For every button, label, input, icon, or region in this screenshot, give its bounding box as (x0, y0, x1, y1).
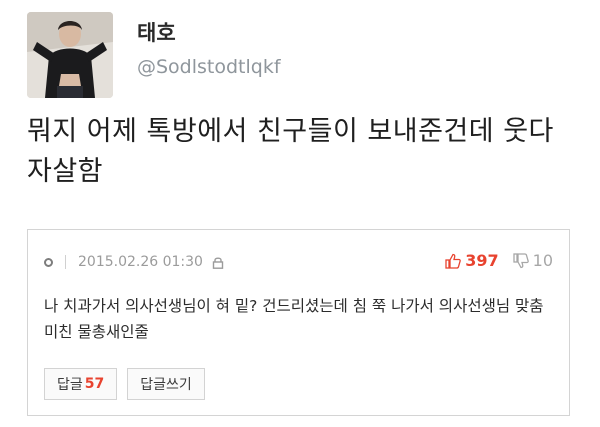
tweet-text: 뭐지 어제 톡방에서 친구들이 보내준건데 웃다 자살함 (27, 116, 554, 187)
profile-photo-icon (27, 12, 113, 98)
upvote-count: 397 (465, 251, 499, 270)
upvote-button[interactable]: 397 (445, 251, 499, 270)
downvote-button[interactable]: 10 (512, 251, 553, 270)
vote-bar: 397 10 (445, 251, 553, 270)
comment-body: 나 치과가서 의사선생님이 혀 밑? 건드리셨는데 침 쭉 나가서 의사선생님 … (44, 297, 544, 341)
avatar[interactable] (27, 12, 113, 98)
tweet-author: 태호 @Sodlstodtlqkf (137, 20, 281, 78)
divider (65, 255, 66, 269)
comment-date: 2015.02.26 01:30 (78, 254, 203, 270)
circle-icon (44, 257, 53, 267)
comment-meta: 2015.02.26 01:30 (44, 254, 224, 270)
reply-count: 57 (84, 376, 105, 392)
user-handle[interactable]: @Sodlstodtlqkf (137, 56, 281, 78)
reply-label: 답글 (57, 377, 83, 393)
tweet-header: 태호 @Sodlstodtlqkf (27, 12, 281, 98)
downvote-count: 10 (532, 251, 553, 270)
write-reply-label: 답글쓰기 (140, 377, 192, 393)
comment-card: 2015.02.26 01:30 397 10 나 치과가서 의사선생님이 혀 … (27, 229, 570, 416)
reply-button[interactable]: 답글 57 (44, 368, 118, 400)
display-name[interactable]: 태호 (137, 20, 281, 46)
thumbs-up-icon (445, 253, 462, 269)
thumbs-down-icon (512, 252, 529, 268)
lock-icon (212, 256, 224, 269)
write-reply-button[interactable]: 답글쓰기 (127, 368, 205, 400)
comment-actions: 답글 57 답글쓰기 (44, 368, 205, 400)
